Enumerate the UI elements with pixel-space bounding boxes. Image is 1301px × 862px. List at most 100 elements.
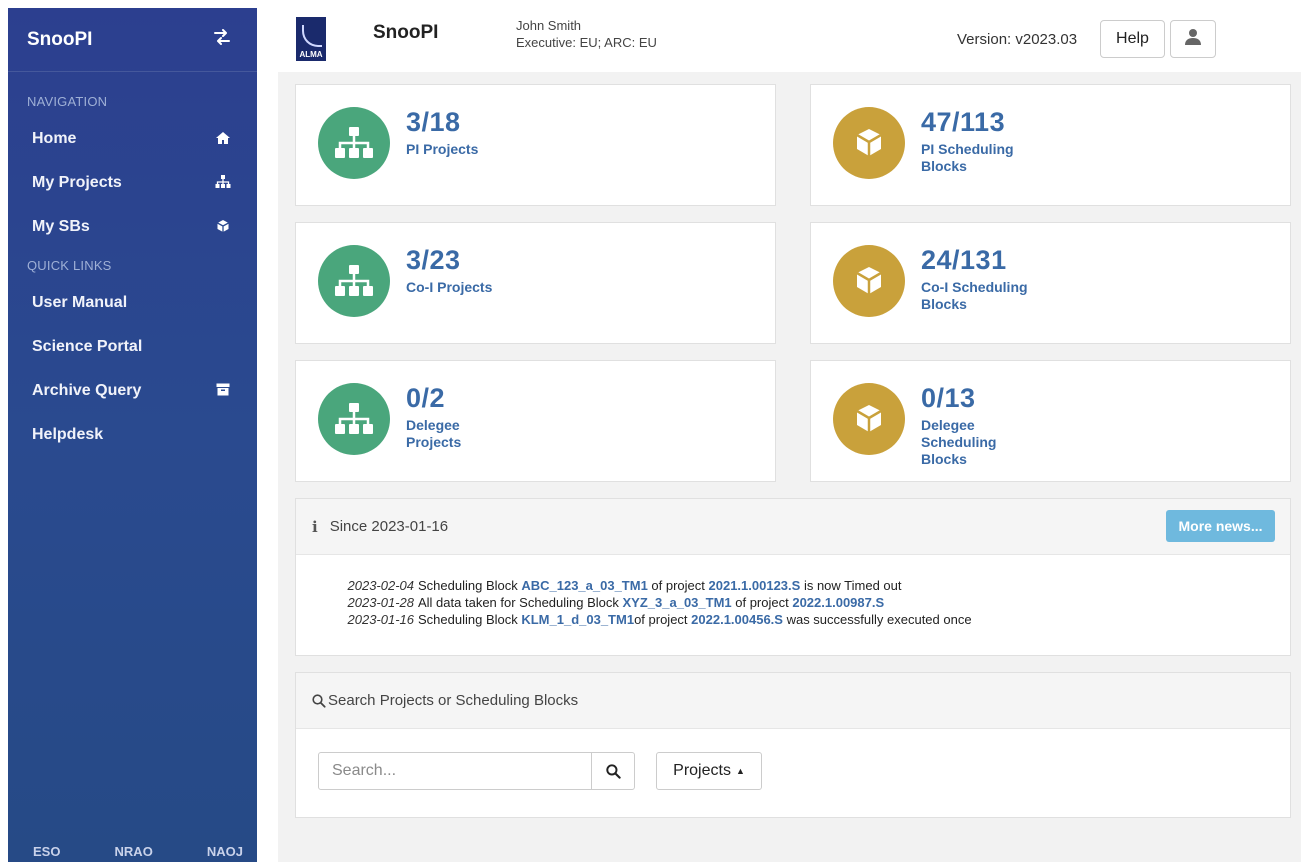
user-info: John Smith Executive: EU; ARC: EU: [516, 17, 657, 51]
sidebar-item-label: My SBs: [32, 218, 90, 235]
sitemap-icon: [318, 383, 390, 455]
cube-icon: [215, 219, 231, 236]
news-date: 2023-01-28: [347, 595, 415, 610]
news-item: 2023-01-28 All data taken for Scheduling …: [312, 594, 1290, 611]
news-date: 2023-02-04: [347, 578, 415, 593]
project-link[interactable]: 2022.1.00456.S: [691, 612, 783, 627]
home-icon: [215, 131, 231, 148]
quick-links-heading: QUICK LINKS: [27, 258, 112, 273]
sitemap-icon: [318, 107, 390, 179]
sidebar-item-science-portal[interactable]: Science Portal: [8, 325, 257, 369]
cube-icon: [833, 107, 905, 179]
stat-card-pi-projects[interactable]: 3/18 PI Projects: [295, 84, 776, 206]
sidebar-item-label: Helpdesk: [32, 426, 104, 443]
sidebar-item-my-sbs[interactable]: My SBs: [8, 205, 257, 249]
sidebar-footer: ESO NRAO NAOJ: [8, 840, 257, 862]
search-panel: Search Projects or Scheduling Blocks Pro…: [295, 672, 1291, 818]
footer-link-eso[interactable]: ESO: [33, 844, 60, 859]
sb-link[interactable]: ABC_123_a_03_TM1: [521, 578, 647, 593]
user-icon: [1184, 28, 1202, 51]
news-text: Scheduling Block: [418, 578, 522, 593]
stat-card-coi-scheduling-blocks[interactable]: 24/131 Co-I Scheduling Blocks: [810, 222, 1291, 344]
sitemap-icon: [318, 245, 390, 317]
search-button[interactable]: [591, 752, 635, 790]
sidebar-item-label: Science Portal: [32, 338, 143, 355]
app-name: SnooPI: [373, 22, 439, 43]
version-label: Version: v2023.03: [957, 31, 1078, 48]
news-since: Since 2023-01-16: [329, 518, 449, 535]
footer-link-nrao[interactable]: NRAO: [115, 844, 153, 859]
search-type-dropdown[interactable]: Projects ▲: [656, 752, 762, 790]
stat-card-pi-scheduling-blocks[interactable]: 47/113 PI Scheduling Blocks: [810, 84, 1291, 206]
search-icon: [605, 763, 621, 779]
nav-heading: NAVIGATION: [27, 94, 108, 109]
caret-up-icon: ▲: [735, 766, 745, 776]
stat-card-delegee-projects[interactable]: 0/2 Delegee Projects: [295, 360, 776, 482]
search-input[interactable]: [318, 752, 592, 790]
search-icon: [312, 693, 326, 708]
sidebar-header: SnooPI: [8, 8, 257, 72]
user-name: John Smith: [516, 18, 582, 33]
cube-icon: [833, 245, 905, 317]
sidebar-item-label: Archive Query: [32, 382, 142, 399]
sidebar-item-home[interactable]: Home: [8, 117, 257, 161]
stat-value: 0/13: [921, 383, 976, 413]
stat-label: Co-I Projects: [406, 279, 493, 295]
sitemap-icon: [215, 174, 231, 192]
news-text: of project: [731, 595, 793, 610]
news-text: of project: [634, 612, 692, 627]
user-menu-button[interactable]: [1170, 20, 1216, 58]
stat-label: PI Projects: [406, 141, 479, 157]
footer-link-naoj[interactable]: NAOJ: [207, 844, 243, 859]
user-role: Executive: EU; ARC: EU: [516, 35, 657, 50]
sidebar-item-label: Home: [32, 130, 77, 147]
news-item: 2023-02-04 Scheduling Block ABC_123_a_03_…: [312, 577, 1290, 594]
arrows-swap-icon[interactable]: [213, 29, 231, 50]
project-link[interactable]: 2021.1.00123.S: [709, 578, 801, 593]
more-news-button[interactable]: More news...: [1166, 510, 1275, 542]
main-content: 3/18 PI Projects 47/113 PI Scheduling Bl…: [278, 72, 1301, 862]
stat-value: 47/113: [921, 107, 1006, 137]
news-list: 2023-02-04 Scheduling Block ABC_123_a_03_…: [296, 555, 1290, 628]
alma-logo[interactable]: ALMA: [296, 17, 326, 61]
stat-value: 3/23: [406, 245, 461, 275]
stat-value: 0/2: [406, 383, 446, 413]
stat-value: 3/18: [406, 107, 461, 137]
news-text: All data taken for Scheduling Block: [418, 595, 623, 610]
sidebar: SnooPI NAVIGATION Home My Projects My SB…: [8, 8, 257, 862]
stat-card-delegee-scheduling-blocks[interactable]: 0/13 Delegee Scheduling Blocks: [810, 360, 1291, 482]
stat-value: 24/131: [921, 245, 1007, 275]
news-text: was successfully executed once: [782, 612, 972, 627]
sidebar-item-archive-query[interactable]: Archive Query: [8, 369, 257, 413]
sidebar-item-my-projects[interactable]: My Projects: [8, 161, 257, 205]
sb-link[interactable]: XYZ_3_a_03_TM1: [623, 595, 732, 610]
news-item: 2023-01-16 Scheduling Block KLM_1_d_03_TM…: [312, 611, 1290, 628]
stat-label: Delegee Projects: [406, 417, 462, 450]
help-button[interactable]: Help: [1100, 20, 1165, 58]
top-bar: ALMA SnooPI John Smith Executive: EU; AR…: [278, 8, 1301, 72]
news-header: i Since 2023-01-16 More news...: [296, 499, 1290, 555]
sidebar-item-helpdesk[interactable]: Helpdesk: [8, 413, 257, 457]
archive-icon: [215, 383, 231, 399]
cube-icon: [833, 383, 905, 455]
logo-text: ALMA: [299, 50, 323, 59]
news-date: 2023-01-16: [347, 612, 415, 627]
project-link[interactable]: 2022.1.00987.S: [792, 595, 884, 610]
search-type-label: Projects: [673, 762, 731, 779]
news-text: Scheduling Block: [418, 612, 522, 627]
stat-label: Delegee Scheduling Blocks: [921, 417, 997, 467]
sidebar-item-label: User Manual: [32, 294, 128, 311]
sidebar-item-user-manual[interactable]: User Manual: [8, 281, 257, 325]
sidebar-item-label: My Projects: [32, 174, 122, 191]
news-text: of project: [647, 578, 709, 593]
stat-card-coi-projects[interactable]: 3/23 Co-I Projects: [295, 222, 776, 344]
news-text: is now Timed out: [800, 578, 902, 593]
sb-link[interactable]: KLM_1_d_03_TM1: [521, 612, 634, 627]
search-header: Search Projects or Scheduling Blocks: [296, 673, 1290, 729]
info-icon: i: [312, 517, 318, 536]
search-heading: Search Projects or Scheduling Blocks: [328, 692, 579, 709]
sidebar-title[interactable]: SnooPI: [27, 29, 92, 51]
stat-label: PI Scheduling Blocks: [921, 141, 1014, 174]
stat-label: Co-I Scheduling Blocks: [921, 279, 1028, 312]
news-panel: i Since 2023-01-16 More news... 2023-02-…: [295, 498, 1291, 656]
